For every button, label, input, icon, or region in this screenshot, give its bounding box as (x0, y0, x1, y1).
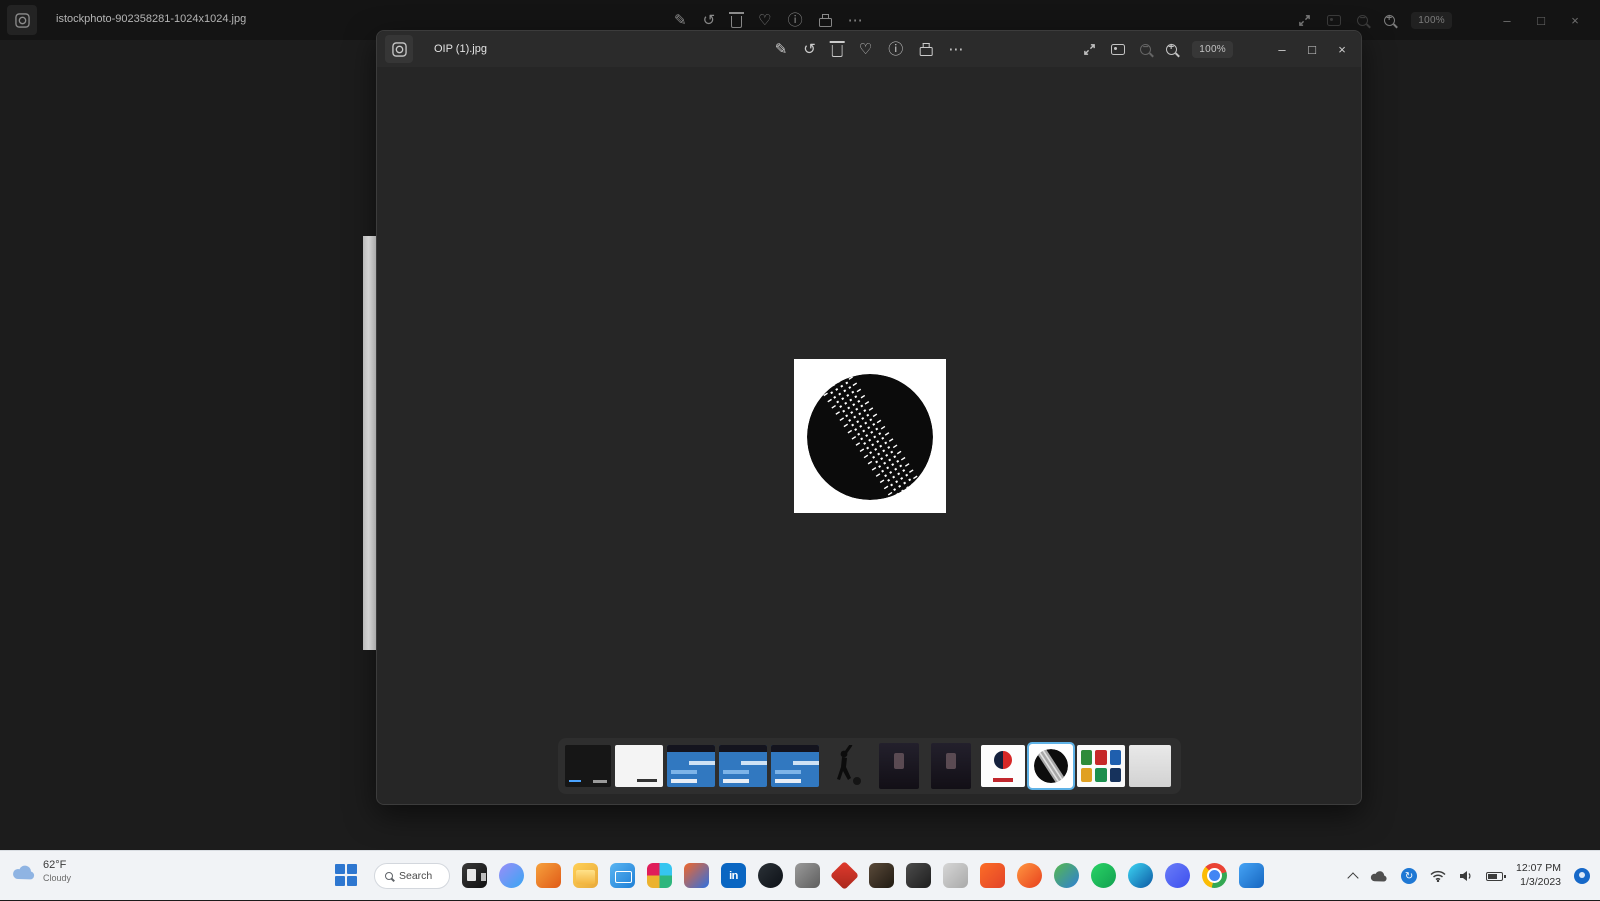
chromium-icon[interactable] (1054, 863, 1079, 888)
zoom-in-icon[interactable] (1384, 15, 1395, 26)
thumbnail-dark-poster[interactable] (879, 743, 919, 789)
edge-icon[interactable] (1128, 863, 1153, 888)
system-tray: 12:07 PM 1/3/2023 (1349, 851, 1590, 901)
thumbnail-cricket-ball-selected[interactable] (1029, 744, 1073, 788)
paint-app-icon[interactable] (684, 863, 709, 888)
fullscreen-icon[interactable] (1083, 43, 1096, 56)
pen-app-icon[interactable] (536, 863, 561, 888)
remote-app-icon[interactable] (795, 863, 820, 888)
weather-temperature: 62°F (43, 859, 71, 873)
tray-time: 12:07 PM (1516, 862, 1561, 876)
clock[interactable]: 12:07 PM 1/3/2023 (1516, 862, 1561, 889)
viewer-titlebar[interactable]: OIP (1).jpg ✎ ↺ ♡ ⓘ ⋯ 100% – □ × (377, 31, 1361, 67)
taskbar: 62°F Cloudy Search in (0, 850, 1600, 900)
notifications-icon[interactable] (1574, 868, 1590, 884)
file-explorer-icon[interactable] (573, 863, 598, 888)
zoom-level-badge[interactable]: 100% (1411, 12, 1452, 29)
favorite-icon[interactable]: ♡ (859, 42, 872, 57)
cloud-icon (12, 864, 36, 880)
slack-icon[interactable] (647, 863, 672, 888)
gallery-view-icon[interactable] (1111, 44, 1125, 55)
edit-image-icon[interactable]: ✎ (674, 13, 687, 28)
windows-logo-icon (335, 864, 345, 874)
tray-date: 1/3/2023 (1520, 876, 1561, 890)
delete-icon[interactable] (832, 45, 843, 57)
weather-widget[interactable]: 62°F Cloudy (12, 859, 71, 884)
onedrive-cloud-icon[interactable] (1370, 870, 1388, 882)
settings-icon[interactable] (943, 863, 968, 888)
thumbnail-cricket-batsman[interactable] (823, 745, 867, 787)
edit-image-icon[interactable]: ✎ (775, 42, 788, 57)
whatsapp-icon[interactable] (1091, 863, 1116, 888)
thumbnail-blue-webpage[interactable] (667, 745, 715, 787)
thumbnail-dark-poster[interactable] (931, 743, 971, 789)
wifi-icon[interactable] (1430, 870, 1446, 882)
print-icon[interactable] (819, 18, 832, 27)
thumbnail-logo-collection[interactable] (1077, 745, 1125, 787)
thumbnail-dark-video-frame[interactable] (565, 745, 611, 787)
print-icon[interactable] (919, 47, 932, 56)
search-label: Search (399, 870, 432, 882)
gallery-view-icon[interactable] (1327, 15, 1341, 26)
background-image-strip (363, 236, 377, 650)
zoom-out-icon[interactable] (1357, 15, 1368, 26)
search-icon (385, 872, 393, 880)
thumbnail-blue-webpage[interactable] (771, 745, 819, 787)
info-icon[interactable]: ⓘ (888, 42, 903, 57)
background-file-title: istockphoto-902358281-1024x1024.jpg (56, 13, 246, 25)
gitlab-icon[interactable] (980, 863, 1005, 888)
rotate-icon[interactable]: ↺ (803, 42, 816, 57)
photos-app-icon (7, 5, 37, 35)
vscode-icon[interactable] (1239, 863, 1264, 888)
minimize-button[interactable]: – (1267, 31, 1297, 67)
maximize-button[interactable]: □ (1524, 0, 1558, 40)
dev-app-icon[interactable] (830, 861, 859, 890)
close-button[interactable]: × (1558, 0, 1592, 40)
minimize-button[interactable]: – (1490, 0, 1524, 40)
viewer-canvas (377, 67, 1361, 804)
favorite-icon[interactable]: ♡ (758, 13, 771, 28)
weather-condition: Cloudy (43, 873, 71, 884)
more-options-icon[interactable]: ⋯ (948, 42, 963, 57)
maximize-button[interactable]: □ (1297, 31, 1327, 67)
taskbar-apps: in (462, 863, 1264, 888)
firefox-icon[interactable] (1017, 863, 1042, 888)
rotate-icon[interactable]: ↺ (703, 13, 716, 28)
zoom-level-badge[interactable]: 100% (1192, 41, 1233, 58)
linkedin-icon[interactable]: in (721, 863, 746, 888)
start-button[interactable] (335, 864, 359, 888)
more-options-icon[interactable]: ⋯ (848, 13, 863, 28)
zoom-in-icon[interactable] (1166, 44, 1177, 55)
delete-icon[interactable] (731, 16, 742, 28)
fullscreen-icon[interactable] (1298, 14, 1311, 27)
search-box[interactable]: Search (374, 863, 450, 889)
chrome-icon[interactable] (1202, 863, 1227, 888)
hidden-icons-chevron[interactable] (1347, 872, 1358, 883)
main-photo-cricket-ball[interactable] (794, 359, 946, 513)
media-tool-icon[interactable] (906, 863, 931, 888)
viewer-file-title: OIP (1).jpg (434, 43, 487, 55)
close-button[interactable]: × (1327, 31, 1357, 67)
task-view-icon[interactable] (462, 863, 487, 888)
discord-icon[interactable] (1165, 863, 1190, 888)
zoom-out-icon[interactable] (1140, 44, 1151, 55)
thumbnail-cricket-logo[interactable] (981, 745, 1025, 787)
orange-tool-icon[interactable] (869, 863, 894, 888)
mail-icon[interactable] (610, 863, 635, 888)
sync-status-icon[interactable] (1401, 868, 1417, 884)
photos-app-icon (385, 35, 413, 63)
thumbnail-light-document[interactable] (1129, 745, 1171, 787)
thumbnail-white-slide[interactable] (615, 745, 663, 787)
filmstrip (558, 738, 1181, 794)
thumbnail-blue-webpage[interactable] (719, 745, 767, 787)
volume-icon[interactable] (1459, 870, 1473, 882)
info-icon[interactable]: ⓘ (788, 13, 803, 28)
copilot-icon[interactable] (499, 863, 524, 888)
battery-icon[interactable] (1486, 872, 1503, 881)
github-icon[interactable] (758, 863, 783, 888)
photo-viewer-window: OIP (1).jpg ✎ ↺ ♡ ⓘ ⋯ 100% – □ × (376, 30, 1362, 805)
desktop-background: istockphoto-902358281-1024x1024.jpg ✎ ↺ … (0, 0, 1600, 900)
